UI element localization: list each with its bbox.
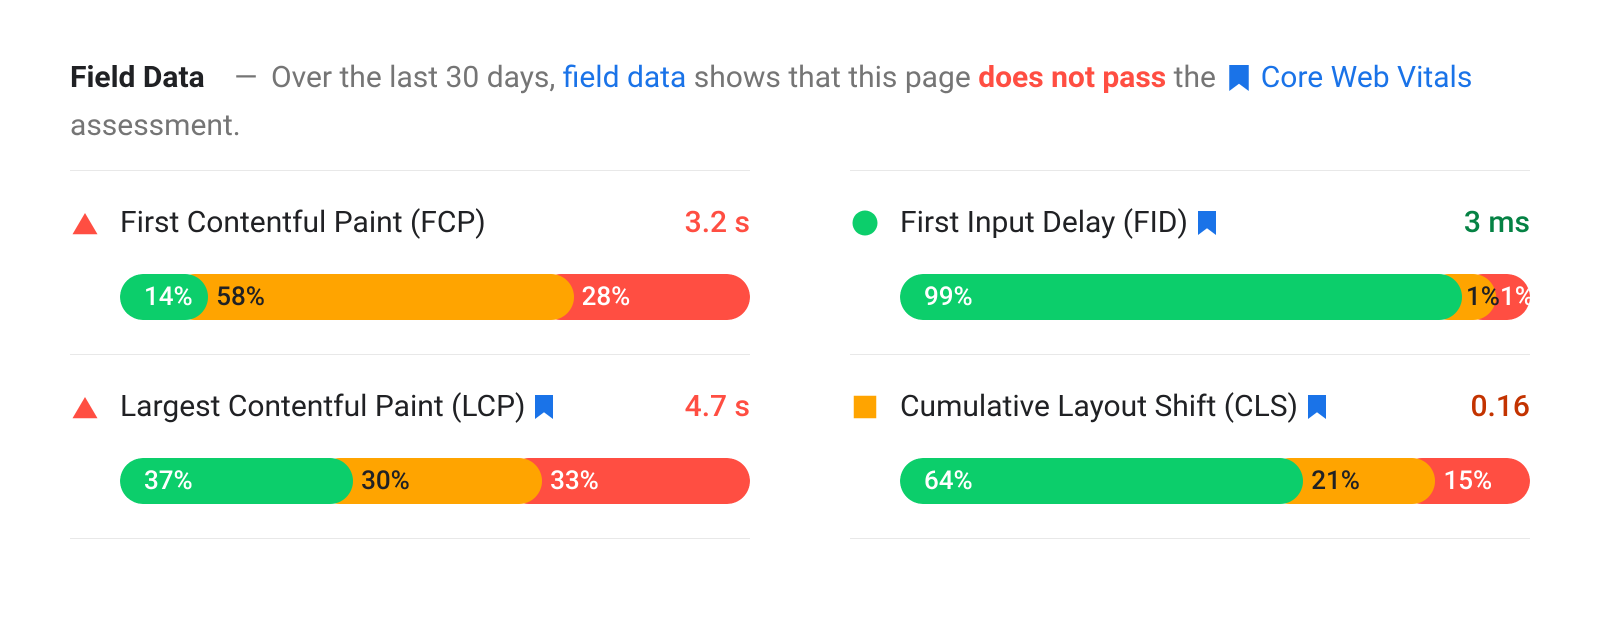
square-icon	[850, 392, 880, 422]
segment-label: 28%	[582, 282, 631, 312]
heading-text-1: Over the last 30 days,	[271, 60, 563, 95]
metric-name: First Contentful Paint (FCP)	[120, 205, 665, 240]
field-data-link[interactable]: field data	[563, 60, 687, 95]
metric-header: First Contentful Paint (FCP) 3.2 s	[70, 205, 750, 240]
segment-label: 30%	[361, 466, 410, 496]
metric-cls: Cumulative Layout Shift (CLS) 0.16 64% 21% 1…	[850, 354, 1530, 539]
triangle-icon	[70, 208, 100, 238]
metric-fid: First Input Delay (FID) 3 ms 99% 1%1%	[850, 170, 1530, 354]
metric-name-text: Cumulative Layout Shift (CLS)	[900, 389, 1298, 424]
metric-header: Cumulative Layout Shift (CLS) 0.16	[850, 389, 1530, 424]
field-data-heading: Field Data — Over the last 30 days, fiel…	[70, 54, 1530, 150]
metric-name-text: First Contentful Paint (FCP)	[120, 205, 486, 240]
segment-label: 14%	[144, 282, 193, 312]
assessment-status: does not pass	[978, 60, 1166, 95]
bookmark-icon	[1198, 211, 1216, 235]
segment-label: 37%	[144, 466, 193, 496]
metric-fcp: First Contentful Paint (FCP) 3.2 s 14% 58% 2…	[70, 170, 750, 354]
segment-good: 14%	[120, 274, 208, 320]
segment-good: 64%	[900, 458, 1303, 504]
core-web-vitals-link[interactable]: Core Web Vitals	[1261, 60, 1473, 95]
metric-lcp: Largest Contentful Paint (LCP) 4.7 s 37% 30…	[70, 354, 750, 539]
metric-name: First Input Delay (FID)	[900, 205, 1444, 240]
heading-text-3: the	[1174, 60, 1224, 95]
segment-ni: 58%	[172, 274, 573, 320]
segment-label: 1%	[1466, 282, 1500, 312]
bookmark-icon	[1229, 65, 1249, 91]
segment-good: 99%	[900, 274, 1462, 320]
metric-header: First Input Delay (FID) 3 ms	[850, 205, 1530, 240]
metric-header: Largest Contentful Paint (LCP) 4.7 s	[70, 389, 750, 424]
bookmark-icon	[1308, 395, 1326, 419]
metric-name-text: First Input Delay (FID)	[900, 205, 1188, 240]
distribution-bar: 14% 58% 28%	[120, 274, 750, 320]
distribution-bar: 99% 1%1%	[900, 274, 1530, 320]
distribution-bar: 37% 30% 33%	[120, 458, 750, 504]
segment-label: 58%	[216, 282, 265, 312]
distribution-bar: 64% 21% 15%	[900, 458, 1530, 504]
heading-dash: —	[234, 60, 263, 95]
metrics-grid: First Contentful Paint (FCP) 3.2 s 14% 58% 2…	[70, 170, 1530, 539]
segment-label: 21%	[1311, 466, 1360, 496]
metric-value: 4.7 s	[685, 389, 750, 424]
metric-value: 3 ms	[1464, 205, 1530, 240]
metric-value: 0.16	[1471, 389, 1531, 424]
segment-good: 37%	[120, 458, 353, 504]
segment-label: 99%	[924, 282, 973, 312]
segment-label: 64%	[924, 466, 973, 496]
segment-poor: 33%	[506, 458, 750, 504]
bookmark-icon	[535, 395, 553, 419]
segment-label: 1%	[1500, 282, 1530, 312]
metric-name: Cumulative Layout Shift (CLS)	[900, 389, 1451, 424]
metric-name-text: Largest Contentful Paint (LCP)	[120, 389, 525, 424]
triangle-icon	[70, 392, 100, 422]
heading-title: Field Data	[70, 60, 227, 95]
heading-text-2: shows that this page	[694, 60, 978, 95]
metric-value: 3.2 s	[685, 205, 750, 240]
field-data-panel: Field Data — Over the last 30 days, fiel…	[0, 0, 1600, 579]
segment-label: 33%	[550, 466, 599, 496]
heading-text-4: assessment.	[70, 108, 241, 143]
metric-name: Largest Contentful Paint (LCP)	[120, 389, 665, 424]
segment-label: 15%	[1443, 466, 1492, 496]
circle-icon	[850, 208, 880, 238]
